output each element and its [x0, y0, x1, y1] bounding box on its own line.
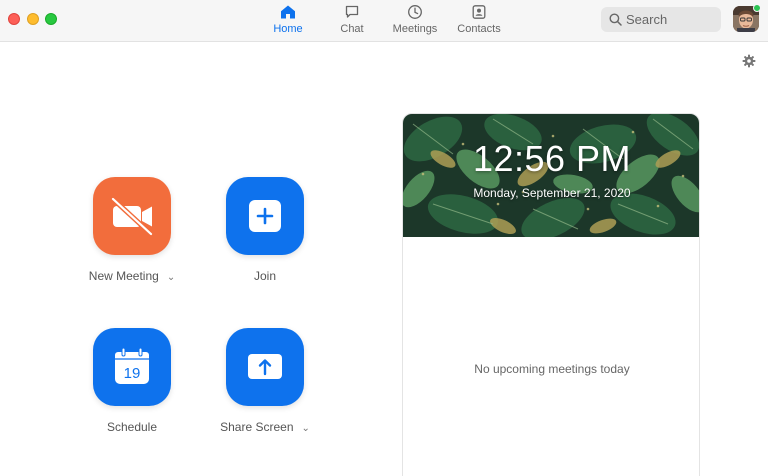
- share-screen-dropdown-chevron-icon[interactable]: ⌄: [302, 423, 310, 434]
- new-meeting-action: New Meeting ⌄: [77, 177, 187, 285]
- new-meeting-dropdown-chevron-icon[interactable]: ⌄: [167, 272, 175, 283]
- new-meeting-label: New Meeting: [88, 269, 159, 283]
- tab-home[interactable]: Home: [268, 4, 308, 38]
- clock-banner: 12:56 PM Monday, September 21, 2020: [403, 114, 699, 237]
- window-minimize-button[interactable]: [27, 13, 39, 25]
- share-screen-button[interactable]: [226, 328, 304, 406]
- search-input[interactable]: Search: [601, 7, 721, 32]
- tab-home-label: Home: [273, 23, 303, 35]
- tab-meetings-label: Meetings: [392, 23, 438, 35]
- calendar-icon: 19: [115, 347, 149, 384]
- tab-contacts-label: Contacts: [457, 23, 501, 35]
- window-close-button[interactable]: [8, 13, 20, 25]
- presence-dot: [753, 4, 761, 12]
- tab-meetings[interactable]: Meetings: [388, 4, 442, 38]
- join-button[interactable]: [226, 177, 304, 255]
- gear-icon[interactable]: [742, 54, 756, 68]
- tab-contacts[interactable]: Contacts: [452, 4, 506, 38]
- join-action: Join: [210, 177, 320, 285]
- video-off-icon: [110, 196, 154, 237]
- search-icon: [609, 13, 622, 26]
- chat-bubble-icon: [345, 5, 359, 18]
- search-placeholder: Search: [626, 12, 668, 27]
- tab-chat[interactable]: Chat: [332, 4, 372, 38]
- current-date: Monday, September 21, 2020: [473, 186, 631, 200]
- share-up-arrow-icon: [248, 354, 282, 379]
- new-meeting-button[interactable]: [93, 177, 171, 255]
- calendar-day-number: 19: [124, 365, 141, 382]
- home-icon: [281, 5, 295, 19]
- current-time: 12:56 PM: [472, 138, 632, 179]
- join-label: Join: [253, 269, 276, 283]
- clock-icon: [408, 5, 422, 19]
- contact-card-icon: [472, 5, 486, 19]
- share-screen-action: Share Screen ⌄: [210, 328, 320, 436]
- schedule-label: Schedule: [106, 420, 158, 434]
- schedule-action: 19 Schedule: [77, 328, 187, 436]
- schedule-button[interactable]: 19: [93, 328, 171, 406]
- share-screen-label: Share Screen: [220, 420, 294, 434]
- no-meetings-message: No upcoming meetings today: [474, 362, 630, 376]
- plus-icon: [249, 200, 281, 232]
- upcoming-meetings-panel: 12:56 PM Monday, September 21, 2020 No u…: [402, 113, 700, 476]
- title-bar: Home Chat Meetings Contacts Search: [0, 0, 768, 42]
- tab-chat-label: Chat: [340, 23, 364, 35]
- window-maximize-button[interactable]: [45, 13, 57, 25]
